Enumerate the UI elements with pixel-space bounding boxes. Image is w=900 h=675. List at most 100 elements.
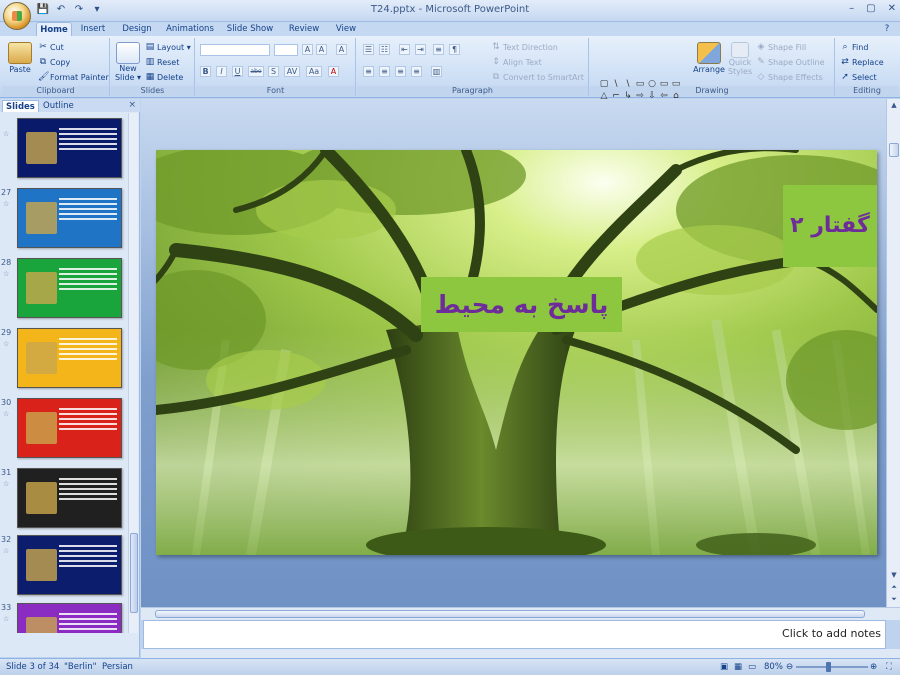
tab-home[interactable]: Home [36, 22, 72, 36]
align-text-button[interactable]: ⇕ Align Text [491, 57, 542, 67]
help-icon[interactable]: ? [880, 22, 894, 36]
delete-button[interactable]: ▦ Delete [145, 72, 184, 82]
editing-group-label: Editing [836, 86, 898, 96]
slide-thumbnail[interactable] [17, 188, 122, 248]
convert-smartart-button[interactable]: ⧉ Convert to SmartArt [491, 72, 584, 82]
slide-thumbnail[interactable] [17, 603, 122, 633]
fit-to-window-icon[interactable]: ⛶ [886, 662, 892, 672]
arrange-button[interactable]: Arrange [693, 42, 725, 74]
increase-indent-button[interactable]: ⇥ [415, 44, 426, 55]
shape-option[interactable]: ○ [647, 79, 657, 89]
reset-button[interactable]: ▥ Reset [145, 57, 180, 67]
office-button[interactable] [3, 2, 31, 30]
shape-outline-button[interactable]: ✎ Shape Outline [756, 57, 824, 67]
bold-button[interactable]: B [200, 66, 211, 77]
previous-slide-icon[interactable]: ⏶ [888, 581, 900, 593]
slide-thumbnail[interactable] [17, 535, 122, 595]
notes-pane[interactable]: Click to add notes [143, 620, 886, 649]
slide-thumbnail[interactable] [17, 258, 122, 318]
slide-vertical-scrollbar[interactable]: ▲ ▼ ⏶ ⏷ [886, 99, 900, 607]
shape-option[interactable]: ▢ [599, 79, 609, 89]
paste-button[interactable]: Paste [6, 42, 34, 74]
clear-formatting-button[interactable]: A [336, 44, 347, 55]
shape-effects-button[interactable]: ◇ Shape Effects [756, 72, 823, 82]
text-direction-button[interactable]: ⇅ Text Direction [491, 42, 558, 52]
shape-option[interactable]: ▭ [635, 79, 645, 89]
language-indicator[interactable]: Persian [102, 662, 133, 672]
slide-horizontal-scrollbar[interactable] [141, 607, 900, 620]
next-slide-icon[interactable]: ⏷ [888, 593, 900, 605]
find-button[interactable]: ⌕ Find [840, 42, 868, 52]
rtl-button[interactable]: ¶ [449, 44, 460, 55]
zoom-slider[interactable] [796, 666, 868, 668]
slide-thumbnail[interactable] [17, 468, 122, 528]
quick-styles-button[interactable]: Quick Styles [728, 42, 752, 76]
zoom-slider-knob[interactable] [826, 662, 831, 672]
slide-title[interactable]: پاسخ به محیط [421, 277, 622, 332]
tab-view[interactable]: View [332, 22, 360, 36]
underline-button[interactable]: U [232, 66, 243, 77]
shape-option[interactable]: \ [611, 79, 621, 89]
scroll-down-icon[interactable]: ▼ [888, 569, 900, 581]
tab-animations[interactable]: Animations [166, 22, 214, 36]
columns-button[interactable]: ▥ [431, 66, 442, 77]
layout-button[interactable]: ▤ Layout ▾ [145, 42, 191, 52]
replace-button[interactable]: ⇄ Replace [840, 57, 883, 67]
shadow-button[interactable]: S [268, 66, 279, 77]
zoom-out-icon[interactable]: ⊖ [786, 662, 793, 672]
zoom-level[interactable]: 80% [764, 662, 783, 672]
maximize-button[interactable]: ▢ [866, 3, 875, 14]
notes-placeholder[interactable]: Click to add notes [782, 627, 881, 640]
close-button[interactable]: ✕ [888, 3, 896, 14]
panel-scroll-thumb[interactable] [130, 533, 138, 613]
slide-thumbnail[interactable] [17, 118, 122, 178]
tab-design[interactable]: Design [120, 22, 154, 36]
normal-view-icon[interactable]: ▣ [720, 662, 728, 672]
change-case-button[interactable]: Aa [306, 66, 322, 77]
grow-font-button[interactable]: A [302, 44, 313, 55]
notes-scrollbar[interactable] [141, 649, 900, 658]
shrink-font-button[interactable]: A [316, 44, 327, 55]
shape-fill-button[interactable]: ◈ Shape Fill [756, 42, 807, 52]
align-center-button[interactable]: ≡ [379, 66, 390, 77]
tab-review[interactable]: Review [286, 22, 322, 36]
font-size-combo[interactable] [274, 44, 298, 56]
tab-slide-show[interactable]: Slide Show [226, 22, 274, 36]
shape-option[interactable]: ▭ [671, 79, 681, 89]
format-painter-button[interactable]: 🖌 Format Painter [38, 72, 109, 82]
close-panel-icon[interactable]: × [128, 100, 136, 110]
tab-outline[interactable]: Outline [40, 100, 77, 112]
bullets-button[interactable]: ☰ [363, 44, 374, 55]
tab-insert[interactable]: Insert [78, 22, 108, 36]
new-slide-button[interactable]: New Slide ▾ [115, 42, 141, 82]
numbering-button[interactable]: ☷ [379, 44, 390, 55]
select-button[interactable]: ➚ Select [840, 72, 876, 82]
slide-thumbnail[interactable] [17, 398, 122, 458]
copy-button[interactable]: ⧉ Copy [38, 57, 71, 67]
italic-button[interactable]: I [216, 66, 227, 77]
shape-option[interactable]: ▭ [659, 79, 669, 89]
align-left-button[interactable]: ≡ [363, 66, 374, 77]
tab-slides[interactable]: Slides [2, 100, 39, 112]
slide-thumbnail[interactable] [17, 328, 122, 388]
scroll-up-icon[interactable]: ▲ [888, 99, 900, 111]
slide-sorter-icon[interactable]: ▦ [734, 662, 742, 672]
cut-button[interactable]: ✂ Cut [38, 42, 64, 52]
slide-subtitle[interactable]: گفتار ۲ [783, 185, 877, 267]
char-spacing-button[interactable]: AV [284, 66, 300, 77]
panel-scrollbar[interactable] [128, 113, 138, 633]
current-slide[interactable]: گفتار ۲ پاسخ به محیط [156, 150, 877, 555]
minimize-button[interactable]: – [849, 3, 854, 14]
slide-scroll-thumb[interactable] [889, 143, 899, 157]
line-spacing-button[interactable]: ≡ [433, 44, 444, 55]
justify-button[interactable]: ≡ [411, 66, 422, 77]
slide-show-icon[interactable]: ▭ [748, 662, 756, 672]
horizontal-scroll-thumb[interactable] [155, 610, 865, 618]
zoom-in-icon[interactable]: ⊕ [870, 662, 877, 672]
font-name-combo[interactable] [200, 44, 270, 56]
font-color-button[interactable]: A [328, 66, 339, 77]
align-right-button[interactable]: ≡ [395, 66, 406, 77]
strikethrough-button[interactable]: abe [248, 66, 264, 77]
decrease-indent-button[interactable]: ⇤ [399, 44, 410, 55]
shape-option[interactable]: \ [623, 79, 633, 89]
